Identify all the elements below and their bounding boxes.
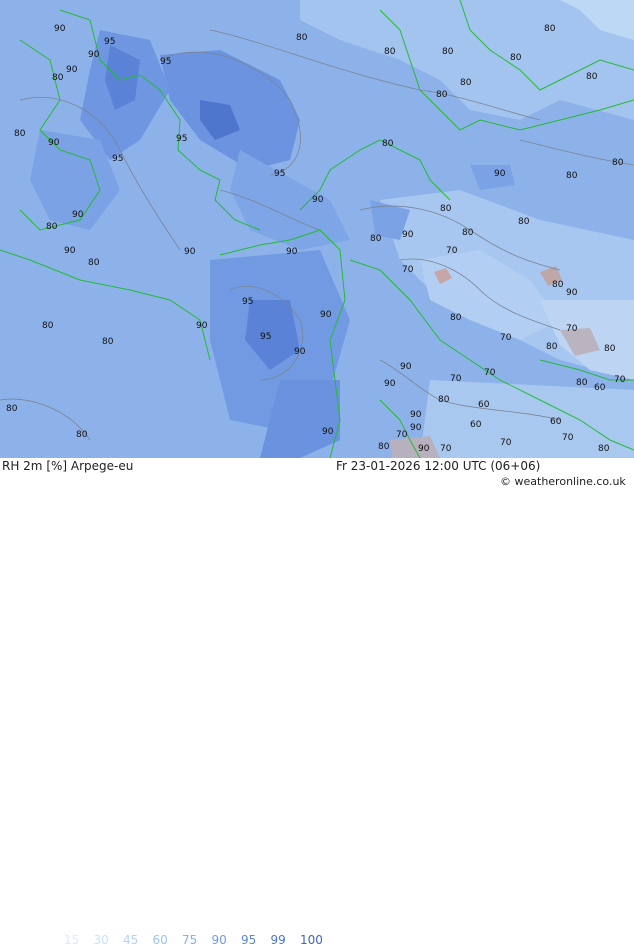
contour-label: 60 xyxy=(550,417,562,427)
contour-label: 80 xyxy=(384,47,396,57)
contour-label: 80 xyxy=(576,378,588,388)
contour-label: 80 xyxy=(370,234,382,244)
contour-label: 80 xyxy=(76,430,88,440)
contour-label: 90 xyxy=(322,427,334,437)
contour-label: 70 xyxy=(446,246,458,256)
contour-label: 80 xyxy=(450,313,462,323)
contour-label: 70 xyxy=(396,430,408,440)
contour-label: 70 xyxy=(484,368,496,378)
contour-label: 90 xyxy=(384,379,396,389)
legend-value: 60 xyxy=(152,933,168,947)
contour-label: 60 xyxy=(470,420,482,430)
contour-label: 80 xyxy=(598,444,610,454)
contour-label: 90 xyxy=(88,50,100,60)
contour-label: 90 xyxy=(294,347,306,357)
contour-label: 90 xyxy=(54,24,66,34)
contour-label: 80 xyxy=(46,222,58,232)
contour-label: 90 xyxy=(64,246,76,256)
contour-label: 80 xyxy=(436,90,448,100)
variable-title: RH 2m [%] Arpege-eu xyxy=(2,459,134,473)
contour-label: 90 xyxy=(400,362,412,372)
contour-label: 80 xyxy=(296,33,308,43)
contour-label: 95 xyxy=(112,154,123,164)
credit-link[interactable]: © weatheronline.co.uk xyxy=(500,475,626,488)
contour-label: 70 xyxy=(402,265,414,275)
contour-label: 80 xyxy=(88,258,100,268)
contour-label: 80 xyxy=(604,344,616,354)
contour-label: 70 xyxy=(614,375,626,385)
contour-label: 90 xyxy=(184,247,196,257)
contour-label: 90 xyxy=(320,310,332,320)
contour-label: 70 xyxy=(500,333,512,343)
contour-label: 90 xyxy=(72,210,84,220)
legend-value: 30 xyxy=(93,933,109,947)
contour-label: 80 xyxy=(546,342,558,352)
humidity-map: 90 95 90 95 90 80 80 80 90 95 95 95 90 9… xyxy=(0,0,634,458)
contour-label: 90 xyxy=(410,410,422,420)
contour-label: 95 xyxy=(242,297,253,307)
contour-label: 80 xyxy=(442,47,454,57)
contour-label: 80 xyxy=(438,395,450,405)
forecast-datetime: Fr 23-01-2026 12:00 UTC (06+06) xyxy=(336,459,541,473)
contour-label: 80 xyxy=(612,158,624,168)
contour-label: 70 xyxy=(500,438,512,448)
contour-label: 80 xyxy=(102,337,114,347)
contour-label: 95 xyxy=(176,134,187,144)
contour-label: 60 xyxy=(594,383,606,393)
map-footer: RH 2m [%] Arpege-eu Fr 23-01-2026 12:00 … xyxy=(0,458,634,947)
map-canvas: 90 95 90 95 90 80 80 80 90 95 95 95 90 9… xyxy=(0,0,634,458)
contour-label: 80 xyxy=(566,171,578,181)
contour-label: 70 xyxy=(440,444,452,454)
contour-label: 60 xyxy=(478,400,490,410)
contour-label: 95 xyxy=(260,332,271,342)
contour-label: 80 xyxy=(6,404,18,414)
contour-label: 90 xyxy=(48,138,60,148)
contour-label: 80 xyxy=(518,217,530,227)
contour-label: 90 xyxy=(286,247,298,257)
contour-label: 70 xyxy=(562,433,574,443)
contour-label: 80 xyxy=(462,228,474,238)
contour-label: 90 xyxy=(418,444,430,454)
contour-label: 70 xyxy=(566,324,578,334)
contour-label: 80 xyxy=(544,24,556,34)
contour-label: 95 xyxy=(104,37,115,47)
contour-label: 90 xyxy=(410,423,422,433)
legend-value: 45 xyxy=(123,933,139,947)
contour-label: 80 xyxy=(14,129,26,139)
contour-label: 80 xyxy=(552,280,564,290)
color-legend: 15 30 45 60 75 90 95 99 100 xyxy=(64,933,330,947)
contour-label: 95 xyxy=(274,169,285,179)
legend-value: 100 xyxy=(300,933,323,947)
contour-label: 80 xyxy=(378,442,390,452)
contour-label: 80 xyxy=(382,139,394,149)
contour-label: 90 xyxy=(494,169,506,179)
contour-label: 95 xyxy=(160,57,171,67)
contour-label: 70 xyxy=(450,374,462,384)
legend-value: 15 xyxy=(64,933,80,947)
contour-label: 80 xyxy=(460,78,472,88)
contour-label: 90 xyxy=(196,321,208,331)
contour-label: 80 xyxy=(42,321,54,331)
contour-label: 80 xyxy=(52,73,64,83)
contour-label: 80 xyxy=(510,53,522,63)
legend-value: 90 xyxy=(211,933,227,947)
contour-label: 90 xyxy=(312,195,324,205)
contour-label: 90 xyxy=(566,288,578,298)
legend-value: 95 xyxy=(241,933,257,947)
contour-label: 80 xyxy=(440,204,452,214)
legend-value: 99 xyxy=(270,933,286,947)
legend-value: 75 xyxy=(182,933,198,947)
contour-label: 90 xyxy=(402,230,414,240)
contour-label: 90 xyxy=(66,65,78,75)
contour-label: 80 xyxy=(586,72,598,82)
